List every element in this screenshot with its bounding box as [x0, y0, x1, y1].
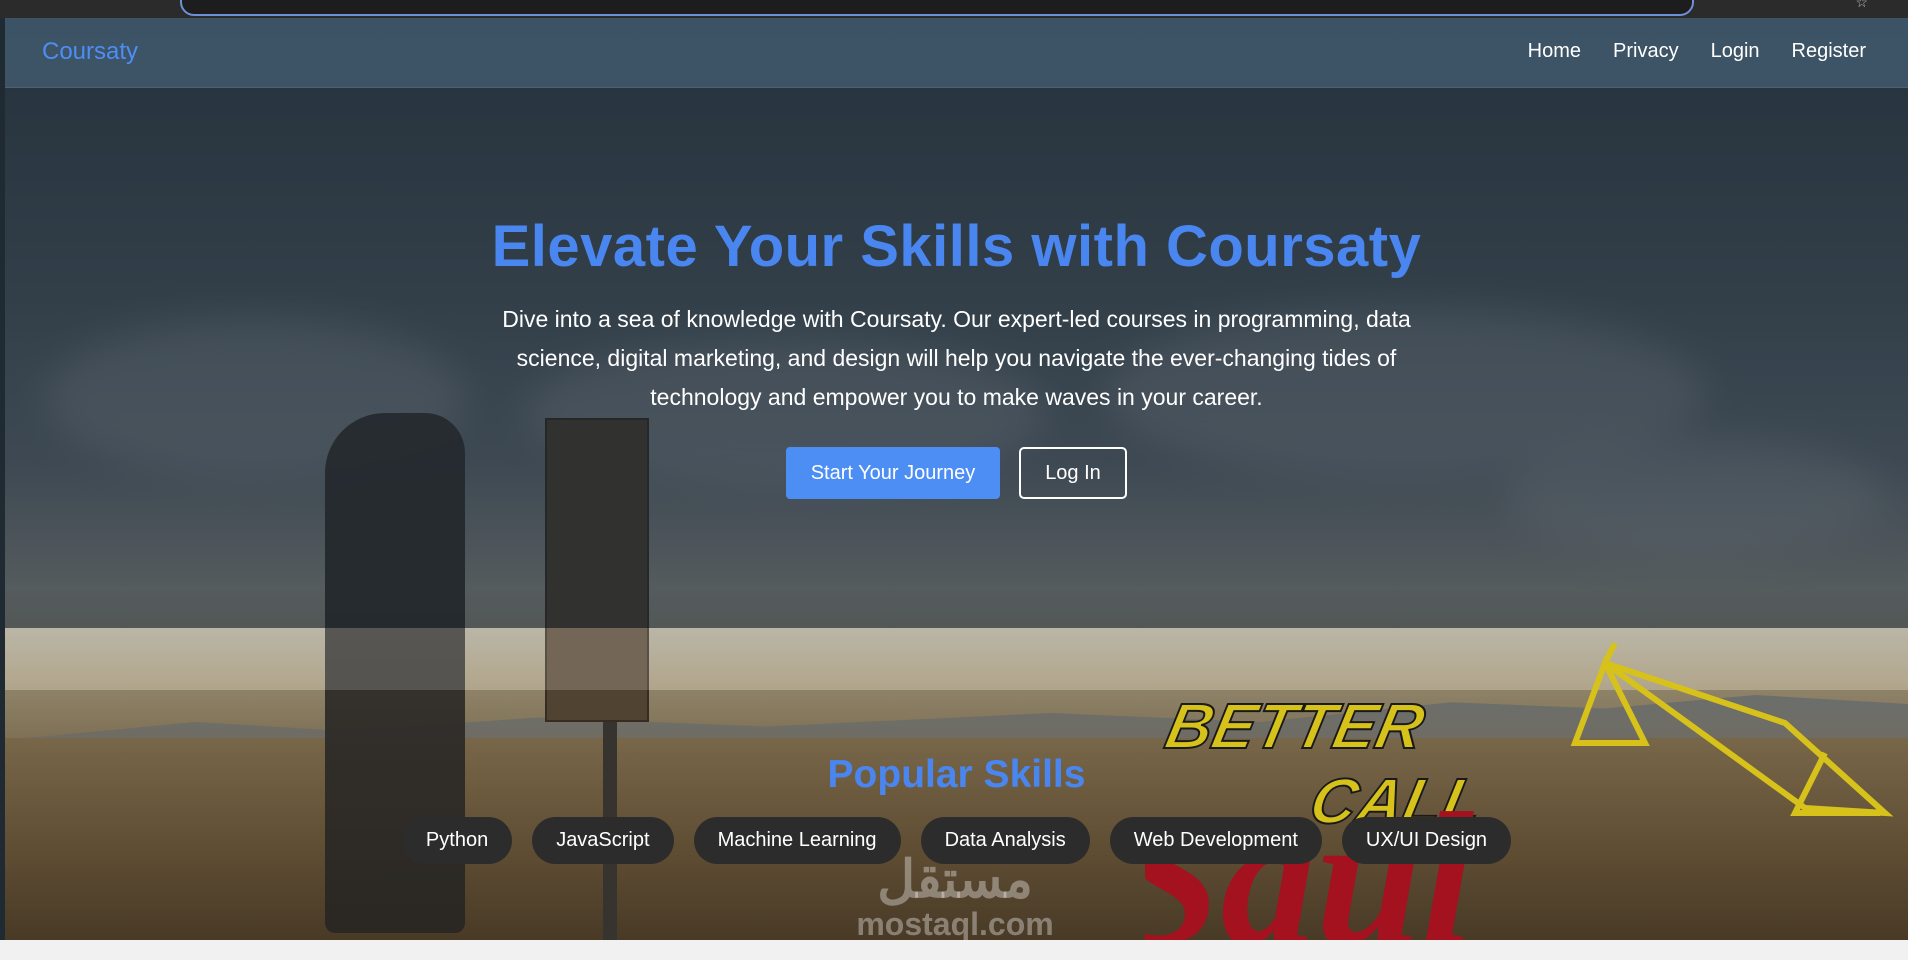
nav-link-login[interactable]: Login [1711, 40, 1760, 63]
page-viewport: BETTER CALL Saul Coursaty Home Privacy L… [5, 18, 1908, 940]
address-bar[interactable] [180, 0, 1694, 16]
popular-skills-section: Popular Skills Python JavaScript Machine… [5, 753, 1908, 864]
brand-link[interactable]: Coursaty [42, 38, 138, 66]
section-divider [5, 628, 1908, 690]
browser-chrome: ☆ [0, 0, 1908, 18]
login-button[interactable]: Log In [1019, 447, 1127, 499]
skill-pill-python[interactable]: Python [401, 817, 513, 864]
nav-link-privacy[interactable]: Privacy [1613, 40, 1679, 63]
hero-section: Elevate Your Skills with Coursaty Dive i… [5, 213, 1908, 499]
skill-pill-javascript[interactable]: JavaScript [532, 817, 674, 864]
nav-links: Home Privacy Login Register [1528, 40, 1866, 63]
hero-description: Dive into a sea of knowledge with Coursa… [502, 306, 1411, 410]
hero-title: Elevate Your Skills with Coursaty [491, 214, 1422, 279]
nav-link-home[interactable]: Home [1528, 40, 1581, 63]
nav-link-register[interactable]: Register [1792, 40, 1866, 63]
skill-pill-ux-ui-design[interactable]: UX/UI Design [1341, 817, 1512, 864]
skills-title: Popular Skills [827, 753, 1086, 796]
start-journey-button[interactable]: Start Your Journey [786, 447, 1000, 499]
watermark: مستقل mostaql.com [840, 853, 1070, 940]
star-icon[interactable]: ☆ [1855, 0, 1868, 11]
browser-status-bar [0, 940, 1908, 960]
watermark-latin: mostaql.com [856, 906, 1054, 940]
navbar: Coursaty Home Privacy Login Register [5, 18, 1908, 88]
hero-buttons: Start Your Journey Log In [5, 447, 1908, 499]
skill-pill-web-development[interactable]: Web Development [1109, 817, 1322, 864]
watermark-arabic: مستقل [877, 851, 1033, 909]
